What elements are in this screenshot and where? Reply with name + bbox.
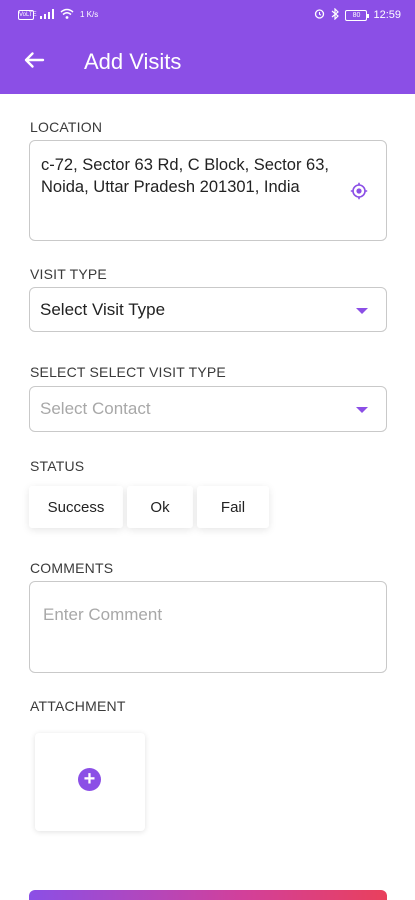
network-speed: 1 K/s <box>80 10 99 19</box>
signal-icon <box>40 8 54 22</box>
clock-time: 12:59 <box>373 9 401 21</box>
attachment-label: ATTACHMENT <box>30 698 126 714</box>
status-ok-button[interactable]: Ok <box>127 486 193 528</box>
visit-type-label: VISIT TYPE <box>30 266 107 282</box>
status-bar: VoLTE 1 K/s 80 12:59 <box>0 0 415 30</box>
visit-type-value: Select Visit Type <box>40 299 166 319</box>
visit-type-select[interactable]: Select Visit Type <box>29 287 387 332</box>
contact-label: SELECT SELECT VISIT TYPE <box>30 364 226 380</box>
battery-icon: 80 <box>345 9 370 21</box>
location-value: c-72, Sector 63 Rd, C Block, Sector 63, … <box>41 156 329 196</box>
plus-circle-icon: + <box>78 768 101 791</box>
location-field[interactable]: c-72, Sector 63 Rd, C Block, Sector 63, … <box>29 140 387 241</box>
comments-label: COMMENTS <box>30 560 114 576</box>
wifi-icon <box>60 8 74 22</box>
app-bar: Add Visits <box>0 30 415 94</box>
volte-badge: VoLTE <box>18 10 37 20</box>
add-attachment-button[interactable]: + <box>35 733 145 831</box>
contact-select[interactable]: Select Contact <box>29 386 387 432</box>
gps-target-icon[interactable] <box>350 182 368 205</box>
arrow-left-icon <box>23 51 45 74</box>
contact-placeholder: Select Contact <box>40 399 151 418</box>
back-button[interactable] <box>0 30 68 94</box>
status-success-button[interactable]: Success <box>29 486 123 528</box>
location-label: LOCATION <box>30 119 103 135</box>
status-label: STATUS <box>30 458 85 474</box>
page-title: Add Visits <box>84 49 182 74</box>
status-fail-button[interactable]: Fail <box>197 486 269 528</box>
dropdown-arrow-icon <box>356 308 368 314</box>
comment-input[interactable]: Enter Comment <box>29 581 387 673</box>
bluetooth-icon <box>331 7 340 23</box>
submit-button[interactable] <box>29 890 387 900</box>
comment-placeholder: Enter Comment <box>43 605 163 624</box>
alarm-icon <box>314 8 325 22</box>
dropdown-arrow-icon <box>356 407 368 413</box>
status-options: Success Ok Fail <box>29 486 269 528</box>
